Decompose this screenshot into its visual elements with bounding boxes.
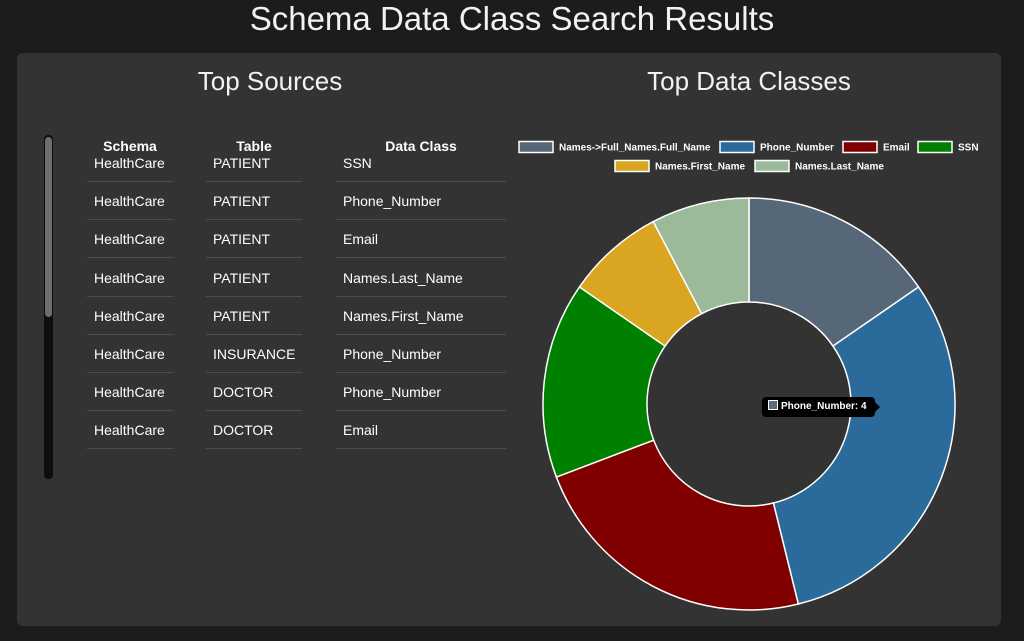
legend-swatch [518,140,554,154]
legend-item-0[interactable]: Names->Full_Names.Full_Name [518,140,711,154]
legend-swatch [614,159,650,173]
legend-swatch [754,159,790,173]
legend-item-3[interactable]: SSN [917,140,979,154]
chart-tooltip: Phone_Number: 4 [762,397,880,417]
legend-label: Phone_Number [760,143,834,154]
legend-label: Names.First_Name [655,162,745,173]
legend-item-5[interactable]: Names.Last_Name [754,159,884,173]
legend-label: Names.Last_Name [795,162,884,173]
tooltip-label: Phone_Number: 4 [781,401,867,412]
legend-label: SSN [958,143,979,154]
donut-slice-1[interactable] [772,285,956,605]
legend-item-1[interactable]: Phone_Number [719,140,834,154]
data-class-donut-chart: Names->Full_Names.Full_Name Phone_Number E… [518,140,979,611]
legend-item-4[interactable]: Names.First_Name [614,159,745,173]
legend-item-2[interactable]: Email [842,140,910,154]
donut-slice-2[interactable] [555,439,800,611]
legend-swatch [842,140,878,154]
legend-swatch [719,140,755,154]
legend-label: Email [883,143,910,154]
legend-swatch [917,140,953,154]
tooltip-swatch [768,400,778,410]
legend-label: Names->Full_Names.Full_Name [559,143,711,154]
